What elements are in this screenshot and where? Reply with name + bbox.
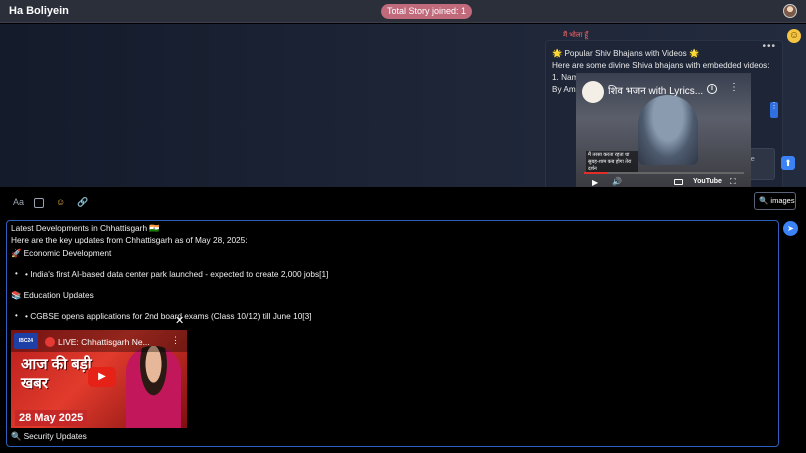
images-search-button[interactable]: 🔍 images <box>754 192 796 210</box>
video-caption: मैं तरसा करता रहता था सुबह-शाम कब होगा त… <box>586 151 638 174</box>
story-count-badge[interactable]: Total Story joined: 1 <box>381 4 473 19</box>
list-item: • CGBSE opens applications for 2nd board… <box>25 311 312 321</box>
sender-name: मैं भोला हूँ <box>563 32 589 39</box>
info-icon[interactable]: i <box>707 84 717 94</box>
top-bar: Ha Boliyein Total Story joined: 1 <box>0 0 806 23</box>
media-gallery-icon[interactable] <box>34 198 44 208</box>
bullet-marker: • <box>15 269 18 278</box>
live-indicator-icon <box>45 337 55 347</box>
send-arrow-icon[interactable]: ➤ <box>783 221 798 236</box>
embedded-news-video[interactable]: आज की बड़ी खबर IBC24 LIVE: Chhattisgarh … <box>11 330 187 428</box>
emoji-icon[interactable]: ☺ <box>56 197 65 207</box>
message-line: Here are some divine Shiva bhajans with … <box>552 61 770 70</box>
fullscreen-icon[interactable]: ⛶ <box>730 177 736 187</box>
message-options-icon[interactable]: ••• <box>762 41 776 52</box>
list-item: • India's first AI-based data center par… <box>25 269 329 279</box>
channel-logo[interactable] <box>582 81 604 103</box>
vertical-dots-icon[interactable]: ⋮ <box>770 102 778 118</box>
video-title[interactable]: शिव भजन with Lyrics... <box>608 83 703 97</box>
youtube-logo[interactable]: YouTube <box>693 178 722 185</box>
bot-avatar-icon: ☺ <box>787 29 801 43</box>
editor-line: Here are the key updates from Chhattisga… <box>11 235 248 245</box>
app-title: Ha Boliyein <box>9 5 69 17</box>
video-progress-fill <box>584 172 608 174</box>
upload-arrow-icon[interactable]: ⬆ <box>781 156 795 170</box>
play-icon[interactable]: ▶ <box>88 367 116 387</box>
video-figure <box>638 95 698 165</box>
close-icon[interactable]: ✕ <box>175 314 184 327</box>
news-anchor <box>126 346 181 428</box>
bullet-marker: • <box>15 311 18 320</box>
section-heading: 🔍 Security Updates <box>11 431 87 441</box>
composer-toolbar: Aa ☺ 🔗 <box>0 187 806 220</box>
play-icon[interactable]: ▶ <box>592 178 598 187</box>
video-controls: ▶ 🔊 YouTube ⛶ <box>576 177 751 187</box>
volume-icon[interactable]: 🔊 <box>612 177 622 186</box>
user-avatar[interactable] <box>783 4 797 18</box>
channel-logo[interactable]: IBC24 <box>14 333 38 349</box>
message-title: 🌟 Popular Shiv Bhajans with Videos 🌟 <box>552 49 700 58</box>
attachment-icon[interactable]: 🔗 <box>77 197 88 208</box>
embedded-video-player[interactable]: शिव भजन with Lyrics... i ⋮ मैं तरसा करता… <box>576 73 751 187</box>
news-date: 28 May 2025 <box>15 410 88 426</box>
editor-heading: Latest Developments in Chhattisgarh 🇮🇳 <box>11 223 160 233</box>
section-heading: 🚀 Economic Development <box>11 248 112 258</box>
news-video-title[interactable]: LIVE: Chhattisgarh Ne... <box>58 337 150 347</box>
font-format-button[interactable]: Aa <box>13 197 24 207</box>
video-menu-icon[interactable]: ⋮ <box>171 335 180 346</box>
video-menu-icon[interactable]: ⋮ <box>729 82 739 93</box>
message-editor[interactable]: Latest Developments in Chhattisgarh 🇮🇳 H… <box>6 220 779 447</box>
captions-icon[interactable] <box>674 179 683 185</box>
video-progress-bar[interactable] <box>584 172 744 174</box>
section-heading: 📚 Education Updates <box>11 290 94 300</box>
